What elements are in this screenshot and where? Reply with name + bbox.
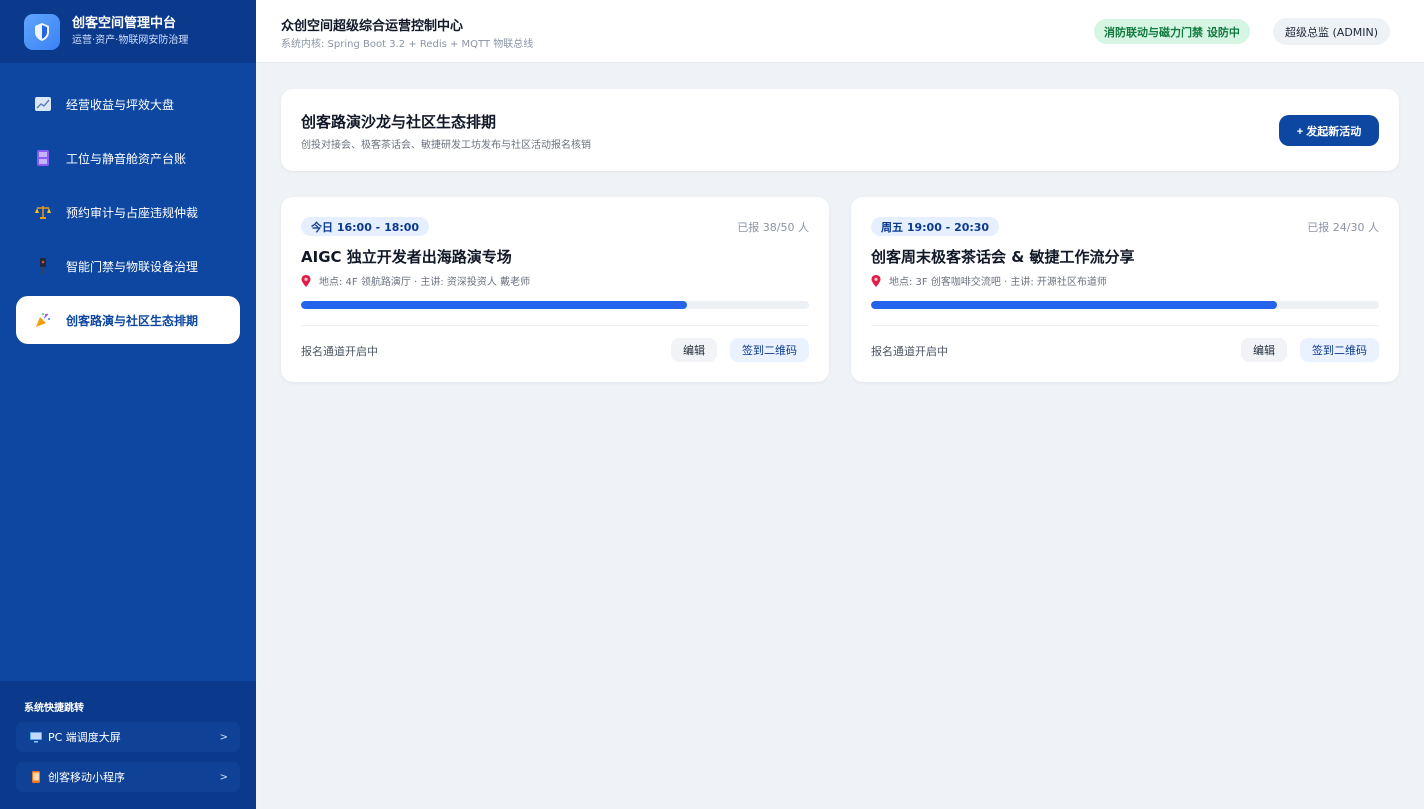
section-title: 创客路演沙龙与社区生态排期 bbox=[301, 113, 497, 131]
signup-progress-fill bbox=[871, 301, 1278, 309]
location-pin-icon bbox=[871, 274, 881, 287]
quick-links: 系统快捷跳转 PC 端调度大屏 > 创客移动小程序 > bbox=[0, 681, 256, 809]
edit-button[interactable]: 编辑 bbox=[1241, 338, 1287, 362]
brand-title: 创客空间管理中台 bbox=[72, 15, 177, 31]
sidebar-item-assets[interactable]: 工位与静音舱资产台账 bbox=[16, 134, 240, 182]
event-title: AIGC 独立开发者出海路演专场 bbox=[301, 248, 512, 266]
sidebar-item-label: 智能门禁与物联设备治理 bbox=[66, 259, 199, 274]
sidebar: 创客空间管理中台 运营·资产·物联网安防治理 经营收益与坪效大盘 工位与静音舱资… bbox=[0, 0, 256, 809]
event-meta: 地点: 4F 领航路演厅 · 主讲: 资深投资人 戴老师 bbox=[301, 273, 530, 288]
event-location-host: 地点: 3F 创客咖啡交流吧 · 主讲: 开源社区布道师 bbox=[889, 277, 1107, 288]
checkin-qr-button[interactable]: 签到二维码 bbox=[1300, 338, 1379, 362]
sidebar-item-label: 经营收益与坪效大盘 bbox=[66, 97, 175, 112]
page-title: 众创空间超级综合运营控制中心 bbox=[281, 19, 464, 34]
event-meta: 地点: 3F 创客咖啡交流吧 · 主讲: 开源社区布道师 bbox=[871, 273, 1107, 288]
event-time-tag: 今日 16:00 - 18:00 bbox=[301, 217, 430, 236]
section-subtitle: 创投对接会、极客茶话会、敏捷研发工坊发布与社区活动报名核销 bbox=[301, 140, 591, 151]
sidebar-item-revenue[interactable]: 经营收益与坪效大盘 bbox=[16, 80, 240, 128]
event-signup-count: 已报 38/50 人 bbox=[737, 221, 809, 234]
sidebar-item-label: 工位与静音舱资产台账 bbox=[66, 151, 187, 166]
party-popper-icon bbox=[34, 311, 52, 329]
scales-icon bbox=[34, 203, 52, 221]
top-header: 众创空间超级综合运营控制中心 系统内核: Spring Boot 3.2 + R… bbox=[256, 0, 1424, 63]
security-status-badge: 消防联动与磁力门禁 设防中 bbox=[1094, 19, 1250, 44]
quick-link-mini-program[interactable]: 创客移动小程序 > bbox=[16, 762, 240, 792]
event-signup-count: 已报 24/30 人 bbox=[1307, 221, 1379, 234]
user-menu[interactable]: 超级总监 (ADMIN) bbox=[1273, 18, 1391, 45]
signup-progress-fill bbox=[301, 301, 688, 309]
sidebar-item-devices[interactable]: 智能门禁与物联设备治理 bbox=[16, 242, 240, 290]
booth-icon bbox=[34, 149, 52, 167]
edit-button[interactable]: 编辑 bbox=[671, 338, 717, 362]
chart-icon bbox=[34, 95, 52, 113]
event-card: 周五 19:00 - 20:30 已报 24/30 人 创客周末极客茶话会 & … bbox=[851, 197, 1399, 382]
sidebar-nav: 经营收益与坪效大盘 工位与静音舱资产台账 预约审计与占座违规仲裁 智能门禁与物联… bbox=[16, 80, 240, 350]
registration-status: 报名通道开启中 bbox=[301, 345, 378, 358]
quick-link-label: PC 端调度大屏 bbox=[48, 731, 121, 744]
quick-link-pc-dashboard[interactable]: PC 端调度大屏 > bbox=[16, 722, 240, 752]
event-title: 创客周末极客茶话会 & 敏捷工作流分享 bbox=[871, 248, 1135, 266]
checkin-qr-button[interactable]: 签到二维码 bbox=[730, 338, 809, 362]
sidebar-item-label: 预约审计与占座违规仲裁 bbox=[66, 205, 199, 220]
signup-progress-bar bbox=[871, 301, 1379, 309]
divider bbox=[871, 325, 1379, 326]
section-header-card: 创客路演沙龙与社区生态排期 创投对接会、极客茶话会、敏捷研发工坊发布与社区活动报… bbox=[281, 89, 1399, 171]
phone-icon bbox=[30, 771, 42, 783]
event-location-host: 地点: 4F 领航路演厅 · 主讲: 资深投资人 戴老师 bbox=[319, 277, 531, 288]
monitor-icon bbox=[30, 731, 42, 743]
new-event-button[interactable]: + 发起新活动 bbox=[1279, 115, 1379, 146]
brand: 创客空间管理中台 运营·资产·物联网安防治理 bbox=[0, 0, 256, 63]
location-pin-icon bbox=[301, 274, 311, 287]
device-icon bbox=[34, 257, 52, 275]
brand-subtitle: 运营·资产·物联网安防治理 bbox=[72, 34, 189, 46]
event-time-tag: 周五 19:00 - 20:30 bbox=[871, 217, 1000, 236]
quick-links-title: 系统快捷跳转 bbox=[24, 703, 84, 714]
registration-status: 报名通道开启中 bbox=[871, 345, 948, 358]
sidebar-item-audit[interactable]: 预约审计与占座违规仲裁 bbox=[16, 188, 240, 236]
chevron-right-icon: > bbox=[219, 771, 228, 783]
event-card: 今日 16:00 - 18:00 已报 38/50 人 AIGC 独立开发者出海… bbox=[281, 197, 829, 382]
system-info: 系统内核: Spring Boot 3.2 + Redis + MQTT 物联总… bbox=[281, 39, 534, 50]
quick-link-label: 创客移动小程序 bbox=[48, 771, 125, 784]
chevron-right-icon: > bbox=[219, 731, 228, 743]
divider bbox=[301, 325, 809, 326]
sidebar-item-events[interactable]: 创客路演与社区生态排期 bbox=[16, 296, 240, 344]
shield-logo-icon bbox=[24, 13, 60, 50]
sidebar-item-label: 创客路演与社区生态排期 bbox=[66, 313, 199, 328]
signup-progress-bar bbox=[301, 301, 809, 309]
